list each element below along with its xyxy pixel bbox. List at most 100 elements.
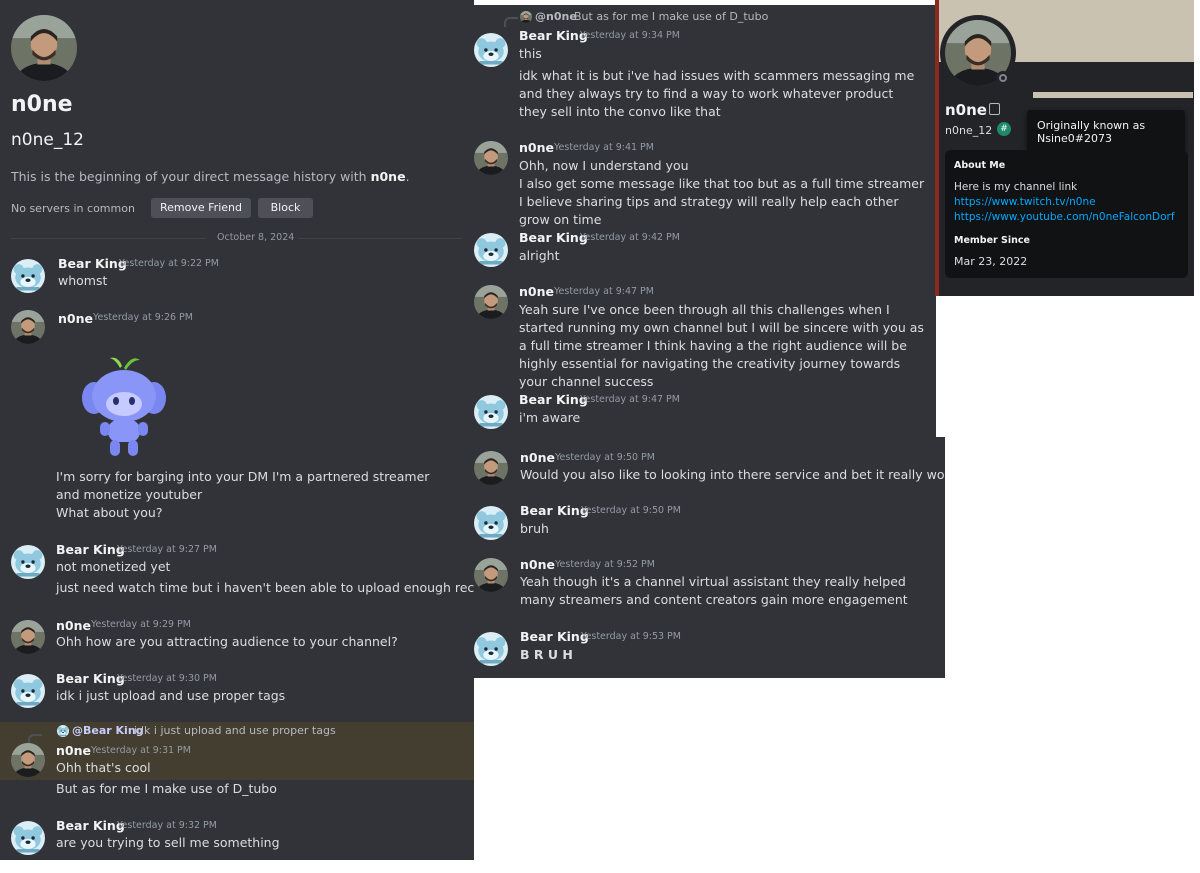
message-text: whomst [58,273,108,288]
about-card: About Me Here is my channel link https:/… [945,150,1188,278]
n0ne-avatar[interactable] [11,743,45,777]
dm-panel-bottom: n0ne Yesterday at 9:50 PM Would you also… [474,437,945,678]
profile-avatar-ring [940,15,1016,91]
reply-connector [504,17,518,27]
member-since-title: Member Since [954,235,1030,246]
message-text: i'm aware [519,410,581,425]
message-text: B R U H [520,647,573,662]
mutual-servers-text: No servers in common [11,202,135,215]
bear-king-avatar[interactable] [11,674,45,708]
message-author[interactable]: n0ne [56,618,91,633]
message-timestamp: Yesterday at 9:53 PM [581,631,681,642]
message-text: Ohh, now I understand you [519,158,689,173]
date-divider-line [298,238,462,239]
banner-fragment [1033,92,1193,98]
message-author[interactable]: Bear King [58,256,127,271]
status-ring [996,71,1010,85]
message-author[interactable]: n0ne [520,450,555,465]
message-text: I also get some message like that too bu… [519,176,925,227]
message-text: alright [519,248,560,263]
bear-king-avatar[interactable] [474,33,508,67]
message-timestamp: Yesterday at 9:34 PM [580,30,680,41]
message-author[interactable]: Bear King [519,230,588,245]
n0ne-avatar[interactable] [474,141,508,175]
message-timestamp: Yesterday at 9:27 PM [117,544,217,555]
bear-king-avatar[interactable] [11,545,45,579]
dm-panel-left: n0ne n0ne_12 This is the beginning of yo… [0,0,474,860]
message-timestamp: Yesterday at 9:26 PM [93,312,193,323]
message-text: Ohh that's cool [56,760,151,775]
message-author[interactable]: n0ne [56,743,91,758]
message-author[interactable]: n0ne [520,557,555,572]
message-timestamp: Yesterday at 9:47 PM [554,286,654,297]
wumpus-sticker[interactable] [70,352,178,462]
message-author[interactable]: Bear King [519,28,588,43]
about-me-text: Here is my channel link [954,181,1078,193]
message-author[interactable]: Bear King [56,542,125,557]
message-author[interactable]: Bear King [56,818,125,833]
offline-status-icon [999,74,1007,82]
message-timestamp: Yesterday at 9:29 PM [91,619,191,630]
message-text: bruh [520,521,549,536]
message-text: Would you also like to looking into ther… [520,467,945,482]
message-timestamp: Yesterday at 9:47 PM [580,394,680,405]
bear-king-avatar[interactable] [11,259,45,293]
bear-king-avatar[interactable] [474,395,508,429]
date-divider-line [11,238,206,239]
message-text: are you trying to sell me something [56,835,280,850]
message-author[interactable]: Bear King [56,671,125,686]
message-text: not monetized yet [56,559,171,574]
tooltip-text: Originally known as Nsine0#2073 [1037,119,1146,145]
message-timestamp: Yesterday at 9:41 PM [554,142,654,153]
message-text: Yeah though it's a channel virtual assis… [520,574,908,607]
message-timestamp: Yesterday at 9:52 PM [555,559,655,570]
message-timestamp: Yesterday at 9:32 PM [117,820,217,831]
n0ne-avatar[interactable] [474,285,508,319]
message-timestamp: Yesterday at 9:30 PM [117,673,217,684]
n0ne-avatar[interactable] [474,451,508,485]
n0ne-avatar[interactable] [11,310,45,344]
message-timestamp: Yesterday at 9:50 PM [581,505,681,516]
profile-avatar[interactable] [11,15,77,81]
dm-display-name: n0ne [11,92,73,117]
n0ne-avatar[interactable] [474,558,508,592]
block-button[interactable]: Block [258,198,313,218]
message-text: idk what it is but i've had issues with … [519,68,915,119]
bear-king-avatar[interactable] [474,506,508,540]
profile-display-name: n0ne [945,101,987,119]
message-timestamp: Yesterday at 9:22 PM [119,258,219,269]
message-author[interactable]: Bear King [519,392,588,407]
message-text: Ohh how are you attracting audience to y… [56,634,398,649]
bear-king-avatar[interactable] [11,821,45,855]
dm-panel-middle: @n0ne But as for me I make use of D_tubo… [474,5,936,437]
bear-king-avatar[interactable] [474,632,508,666]
twitch-link[interactable]: https://www.twitch.tv/n0ne [954,196,1096,208]
message-text: But as for me I make use of D_tubo [56,781,277,796]
message-text: this [519,46,542,61]
edge-accent [935,0,939,296]
message-timestamp: Yesterday at 9:42 PM [580,232,680,243]
message-author[interactable]: Bear King [520,629,589,644]
hashtag-badge-icon[interactable]: # [997,122,1011,136]
reply-preview[interactable]: idk i just upload and use proper tags [134,724,336,737]
message-text: I'm sorry for barging into your DM I'm a… [56,469,430,502]
n0ne-avatar[interactable] [11,620,45,654]
message-text: Yeah sure I've once been through all thi… [519,302,924,389]
profile-popout: n0ne n0ne_12 # Originally known as Nsine… [935,0,1194,296]
message-author[interactable]: n0ne [519,284,554,299]
note-icon[interactable] [989,103,1000,115]
youtube-link[interactable]: https://www.youtube.com/n0neFalconDorf [954,211,1175,223]
date-divider: October 8, 2024 [217,232,295,243]
remove-friend-button[interactable]: Remove Friend [151,198,251,218]
message-author[interactable]: n0ne [519,140,554,155]
bear-king-avatar[interactable] [474,233,508,267]
message-author[interactable]: n0ne [58,311,93,326]
reply-author[interactable]: @n0ne [535,10,577,23]
message-author[interactable]: Bear King [520,503,589,518]
message-text: idk i just upload and use proper tags [56,688,286,703]
reply-preview[interactable]: But as for me I make use of D_tubo [574,10,768,23]
message-timestamp: Yesterday at 9:31 PM [91,745,191,756]
reply-author[interactable]: @Bear King [72,724,144,737]
member-since-date: Mar 23, 2022 [954,255,1028,268]
about-me-title: About Me [954,160,1006,171]
